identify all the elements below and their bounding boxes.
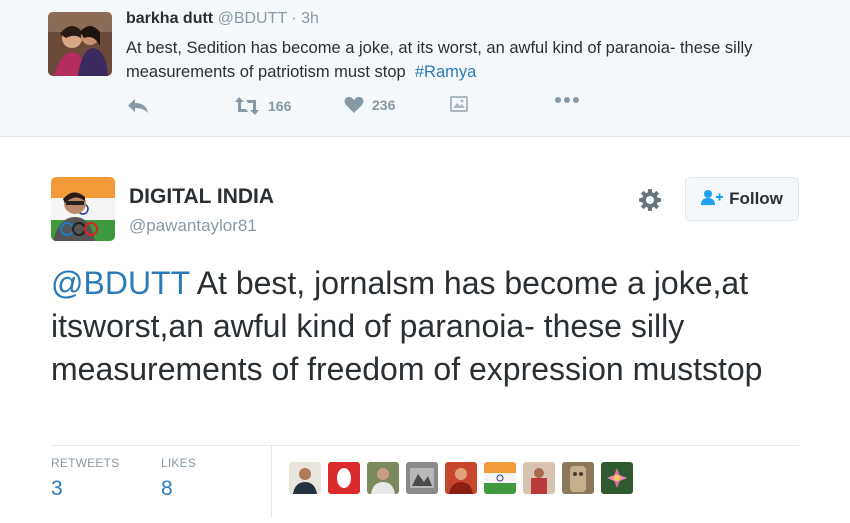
hashtag-link[interactable]: #Ramya: [415, 63, 476, 81]
liker-avatar[interactable]: [406, 462, 438, 494]
media-button[interactable]: [450, 96, 468, 112]
parent-tweet-header: barkha dutt @BDUTT · 3h: [126, 10, 319, 28]
likes-label: LIKES: [161, 456, 197, 470]
reply-icon: [126, 96, 150, 116]
likes-value: 8: [161, 477, 173, 500]
main-tweet-text: @BDUTT At best, jornalsm has become a jo…: [51, 262, 811, 391]
parent-author-avatar[interactable]: [48, 12, 112, 76]
liker-avatar[interactable]: [484, 462, 516, 494]
liker-avatar[interactable]: [523, 462, 555, 494]
likes-stat[interactable]: LIKES 8: [161, 456, 196, 501]
add-user-icon: [701, 189, 729, 210]
parent-author-name[interactable]: barkha dutt: [126, 10, 213, 27]
follow-button[interactable]: Follow: [685, 177, 799, 221]
tweet-timestamp[interactable]: 3h: [301, 10, 319, 27]
liker-avatar[interactable]: [289, 462, 321, 494]
parent-tweet-actions: 166 236: [126, 96, 596, 120]
reply-button[interactable]: [126, 96, 150, 116]
more-options-button[interactable]: [554, 96, 580, 104]
gear-icon: [636, 189, 664, 218]
parent-author-handle[interactable]: @BDUTT: [218, 10, 287, 27]
retweets-value: 3: [51, 477, 63, 500]
retweet-icon: [234, 96, 260, 116]
separator-dot: ·: [291, 10, 297, 27]
parent-tweet[interactable]: barkha dutt @BDUTT · 3h At best, Seditio…: [0, 0, 850, 137]
retweets-label: RETWEETS: [51, 456, 120, 470]
like-count: 236: [372, 97, 396, 113]
stats-divider: [271, 446, 272, 518]
likers-avatars: [289, 462, 640, 494]
liker-avatar[interactable]: [367, 462, 399, 494]
liker-avatar[interactable]: [328, 462, 360, 494]
follow-button-label: Follow: [729, 189, 783, 208]
liker-avatar[interactable]: [562, 462, 594, 494]
liker-avatar[interactable]: [445, 462, 477, 494]
liker-avatar[interactable]: [601, 462, 633, 494]
retweet-count: 166: [268, 98, 292, 114]
retweet-button[interactable]: 166: [234, 96, 291, 116]
like-button[interactable]: 236: [344, 96, 395, 114]
image-icon: [450, 96, 468, 112]
mention-link[interactable]: @BDUTT: [51, 265, 190, 301]
main-author-name[interactable]: DIGITAL INDIA: [129, 185, 274, 209]
main-author-handle[interactable]: @pawantaylor81: [129, 216, 257, 236]
tweet-stats: RETWEETS 3 LIKES 8: [51, 445, 799, 518]
retweets-stat[interactable]: RETWEETS 3: [51, 456, 119, 501]
more-dots-icon: [554, 96, 580, 104]
heart-icon: [344, 96, 364, 114]
parent-tweet-text: At best, Sedition has become a joke, at …: [126, 36, 826, 84]
settings-button[interactable]: [636, 186, 664, 214]
main-author-avatar[interactable]: [51, 177, 115, 241]
